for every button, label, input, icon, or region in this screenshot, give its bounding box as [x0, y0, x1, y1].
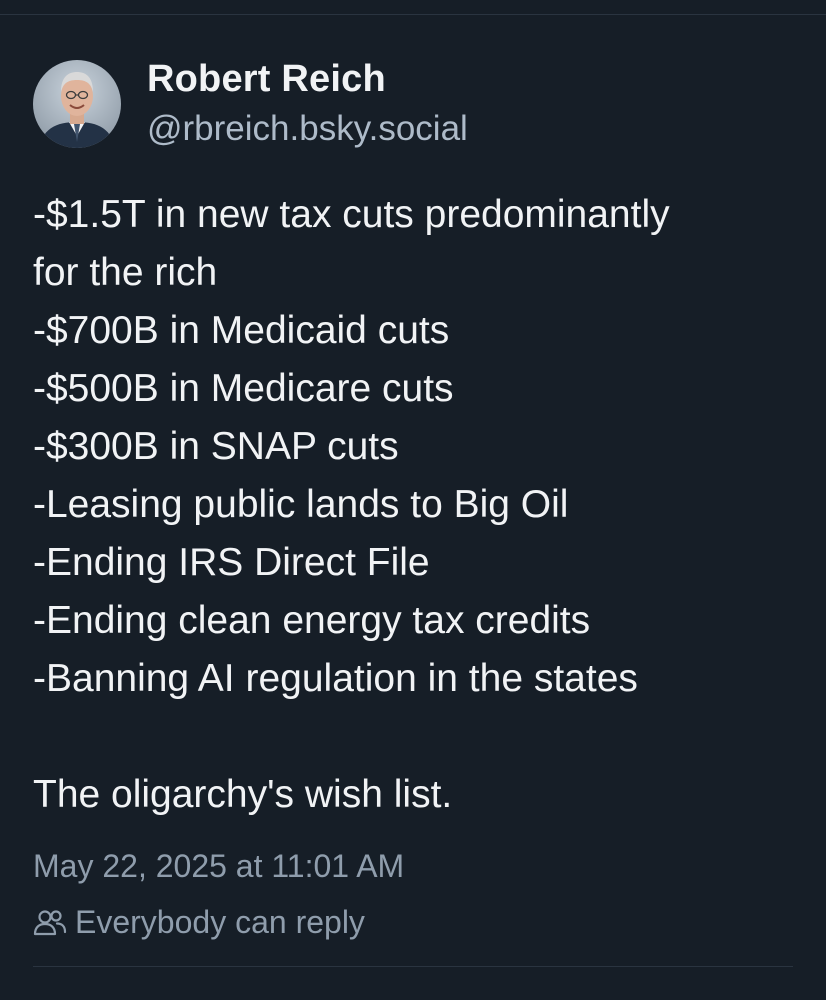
post-header: Robert Reich @rbreich.bsky.social [33, 57, 468, 151]
post-text-line: for the rich [33, 251, 218, 294]
post-text-line: -Leasing public lands to Big Oil [33, 483, 569, 526]
author-display-name[interactable]: Robert Reich [147, 57, 468, 101]
post-text-line: -$1.5T in new tax cuts predominantly [33, 193, 670, 236]
post-closing-line: The oligarchy's wish list. [33, 773, 453, 816]
post-text-line: -$500B in Medicare cuts [33, 367, 454, 410]
reply-setting-label: Everybody can reply [75, 903, 365, 940]
top-divider [0, 14, 826, 15]
post-text-line: -Ending IRS Direct File [33, 541, 430, 584]
reply-setting: Everybody can reply [33, 902, 365, 942]
people-icon [33, 907, 67, 937]
bottom-divider [33, 966, 793, 967]
post-text: -$1.5T in new tax cuts predominantly for… [33, 186, 813, 824]
post-text-line: -Banning AI regulation in the states [33, 657, 638, 700]
author-handle[interactable]: @rbreich.bsky.social [147, 107, 468, 151]
post-text-line: -Ending clean energy tax credits [33, 599, 591, 642]
author-info: Robert Reich @rbreich.bsky.social [147, 57, 468, 151]
post-timestamp[interactable]: May 22, 2025 at 11:01 AM [33, 846, 404, 886]
author-avatar[interactable] [33, 60, 121, 148]
post-text-line: -$700B in Medicaid cuts [33, 309, 450, 352]
post-text-line: -$300B in SNAP cuts [33, 425, 399, 468]
